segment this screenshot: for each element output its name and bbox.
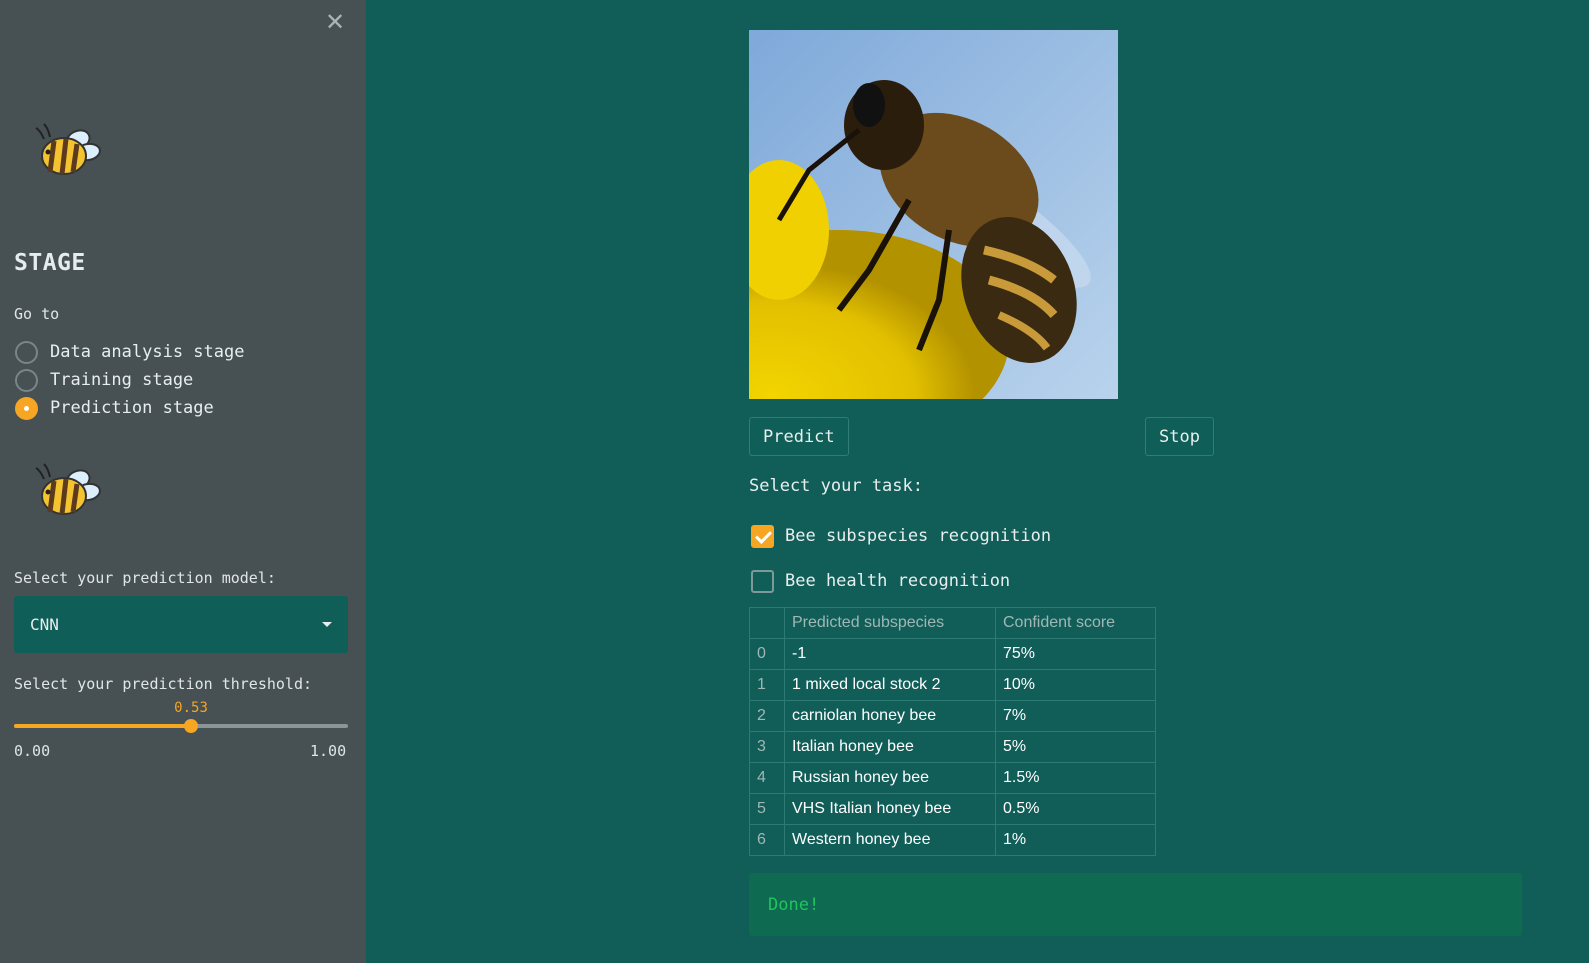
row-index: 2: [749, 700, 785, 732]
table-row: 5 VHS Italian honey bee 0.5%: [749, 793, 1156, 825]
checkbox-subspecies-recognition[interactable]: Bee subspecies recognition: [751, 524, 1051, 548]
table-row: 3 Italian honey bee 5%: [749, 731, 1156, 763]
table-row: 1 1 mixed local stock 2 10%: [749, 669, 1156, 701]
row-score: 75%: [995, 638, 1156, 670]
radio-button[interactable]: [15, 368, 38, 392]
task-label: Select your task:: [749, 476, 923, 496]
table-row: 4 Russian honey bee 1.5%: [749, 762, 1156, 794]
row-species: -1: [784, 638, 996, 670]
checkbox-checked[interactable]: [751, 524, 774, 548]
row-score: 1.5%: [995, 762, 1156, 794]
radio-data-analysis-stage[interactable]: Data analysis stage: [15, 340, 244, 364]
row-score: 7%: [995, 700, 1156, 732]
radio-label: Prediction stage: [50, 398, 214, 418]
stage-title: STAGE: [14, 250, 86, 276]
radio-button-selected[interactable]: [15, 396, 38, 420]
checkbox-label: Bee subspecies recognition: [785, 526, 1052, 546]
slider-thumb[interactable]: [184, 719, 199, 733]
slider-max-label: 1.00: [310, 742, 347, 760]
slider-min-label: 0.00: [14, 742, 51, 760]
prediction-table: Predicted subspecies Confident score 0 -…: [749, 607, 1156, 856]
row-species: 1 mixed local stock 2: [784, 669, 996, 701]
row-species: carniolan honey bee: [784, 700, 996, 732]
row-score: 5%: [995, 731, 1156, 763]
table-header-index: [749, 607, 785, 639]
checkbox-label: Bee health recognition: [785, 571, 1011, 591]
radio-training-stage[interactable]: Training stage: [15, 368, 193, 392]
threshold-label: Select your prediction threshold:: [14, 675, 313, 693]
row-species: VHS Italian honey bee: [784, 793, 996, 825]
checkbox-health-recognition[interactable]: Bee health recognition: [751, 569, 1010, 593]
goto-label: Go to: [14, 305, 60, 323]
model-select[interactable]: CNN: [14, 596, 348, 653]
checkbox-unchecked[interactable]: [751, 569, 774, 593]
close-icon[interactable]: ✕: [323, 10, 347, 34]
bee-logo-icon: [35, 463, 101, 515]
table-header-species: Predicted subspecies: [784, 607, 996, 639]
row-score: 1%: [995, 824, 1156, 856]
row-index: 3: [749, 731, 785, 763]
stop-button[interactable]: Stop: [1145, 417, 1214, 456]
radio-label: Training stage: [50, 370, 194, 390]
table-row: 0 -1 75%: [749, 638, 1156, 670]
bee-photo: [749, 30, 1118, 399]
table-row: 2 carniolan honey bee 7%: [749, 700, 1156, 732]
row-index: 5: [749, 793, 785, 825]
row-index: 4: [749, 762, 785, 794]
radio-prediction-stage[interactable]: Prediction stage: [15, 396, 214, 420]
model-label: Select your prediction model:: [14, 569, 276, 587]
row-index: 6: [749, 824, 785, 856]
table-header-score: Confident score: [995, 607, 1156, 639]
row-score: 0.5%: [995, 793, 1156, 825]
sidebar: ✕ STAGE Go to Data analysis stage Traini…: [0, 0, 366, 963]
row-species: Russian honey bee: [784, 762, 996, 794]
row-species: Western honey bee: [784, 824, 996, 856]
success-alert: Done!: [749, 873, 1522, 936]
chevron-down-icon: [322, 622, 332, 627]
row-index: 1: [749, 669, 785, 701]
bee-logo-icon: [35, 123, 101, 175]
radio-label: Data analysis stage: [50, 342, 245, 362]
threshold-slider[interactable]: [14, 719, 348, 733]
row-species: Italian honey bee: [784, 731, 996, 763]
success-text: Done!: [768, 894, 820, 915]
row-score: 10%: [995, 669, 1156, 701]
threshold-value: 0.53: [174, 700, 208, 716]
row-index: 0: [749, 638, 785, 670]
radio-button[interactable]: [15, 340, 38, 364]
model-select-value: CNN: [30, 615, 59, 634]
predict-button[interactable]: Predict: [749, 417, 849, 456]
slider-fill: [14, 724, 192, 728]
table-header-row: Predicted subspecies Confident score: [749, 607, 1156, 639]
table-row: 6 Western honey bee 1%: [749, 824, 1156, 856]
